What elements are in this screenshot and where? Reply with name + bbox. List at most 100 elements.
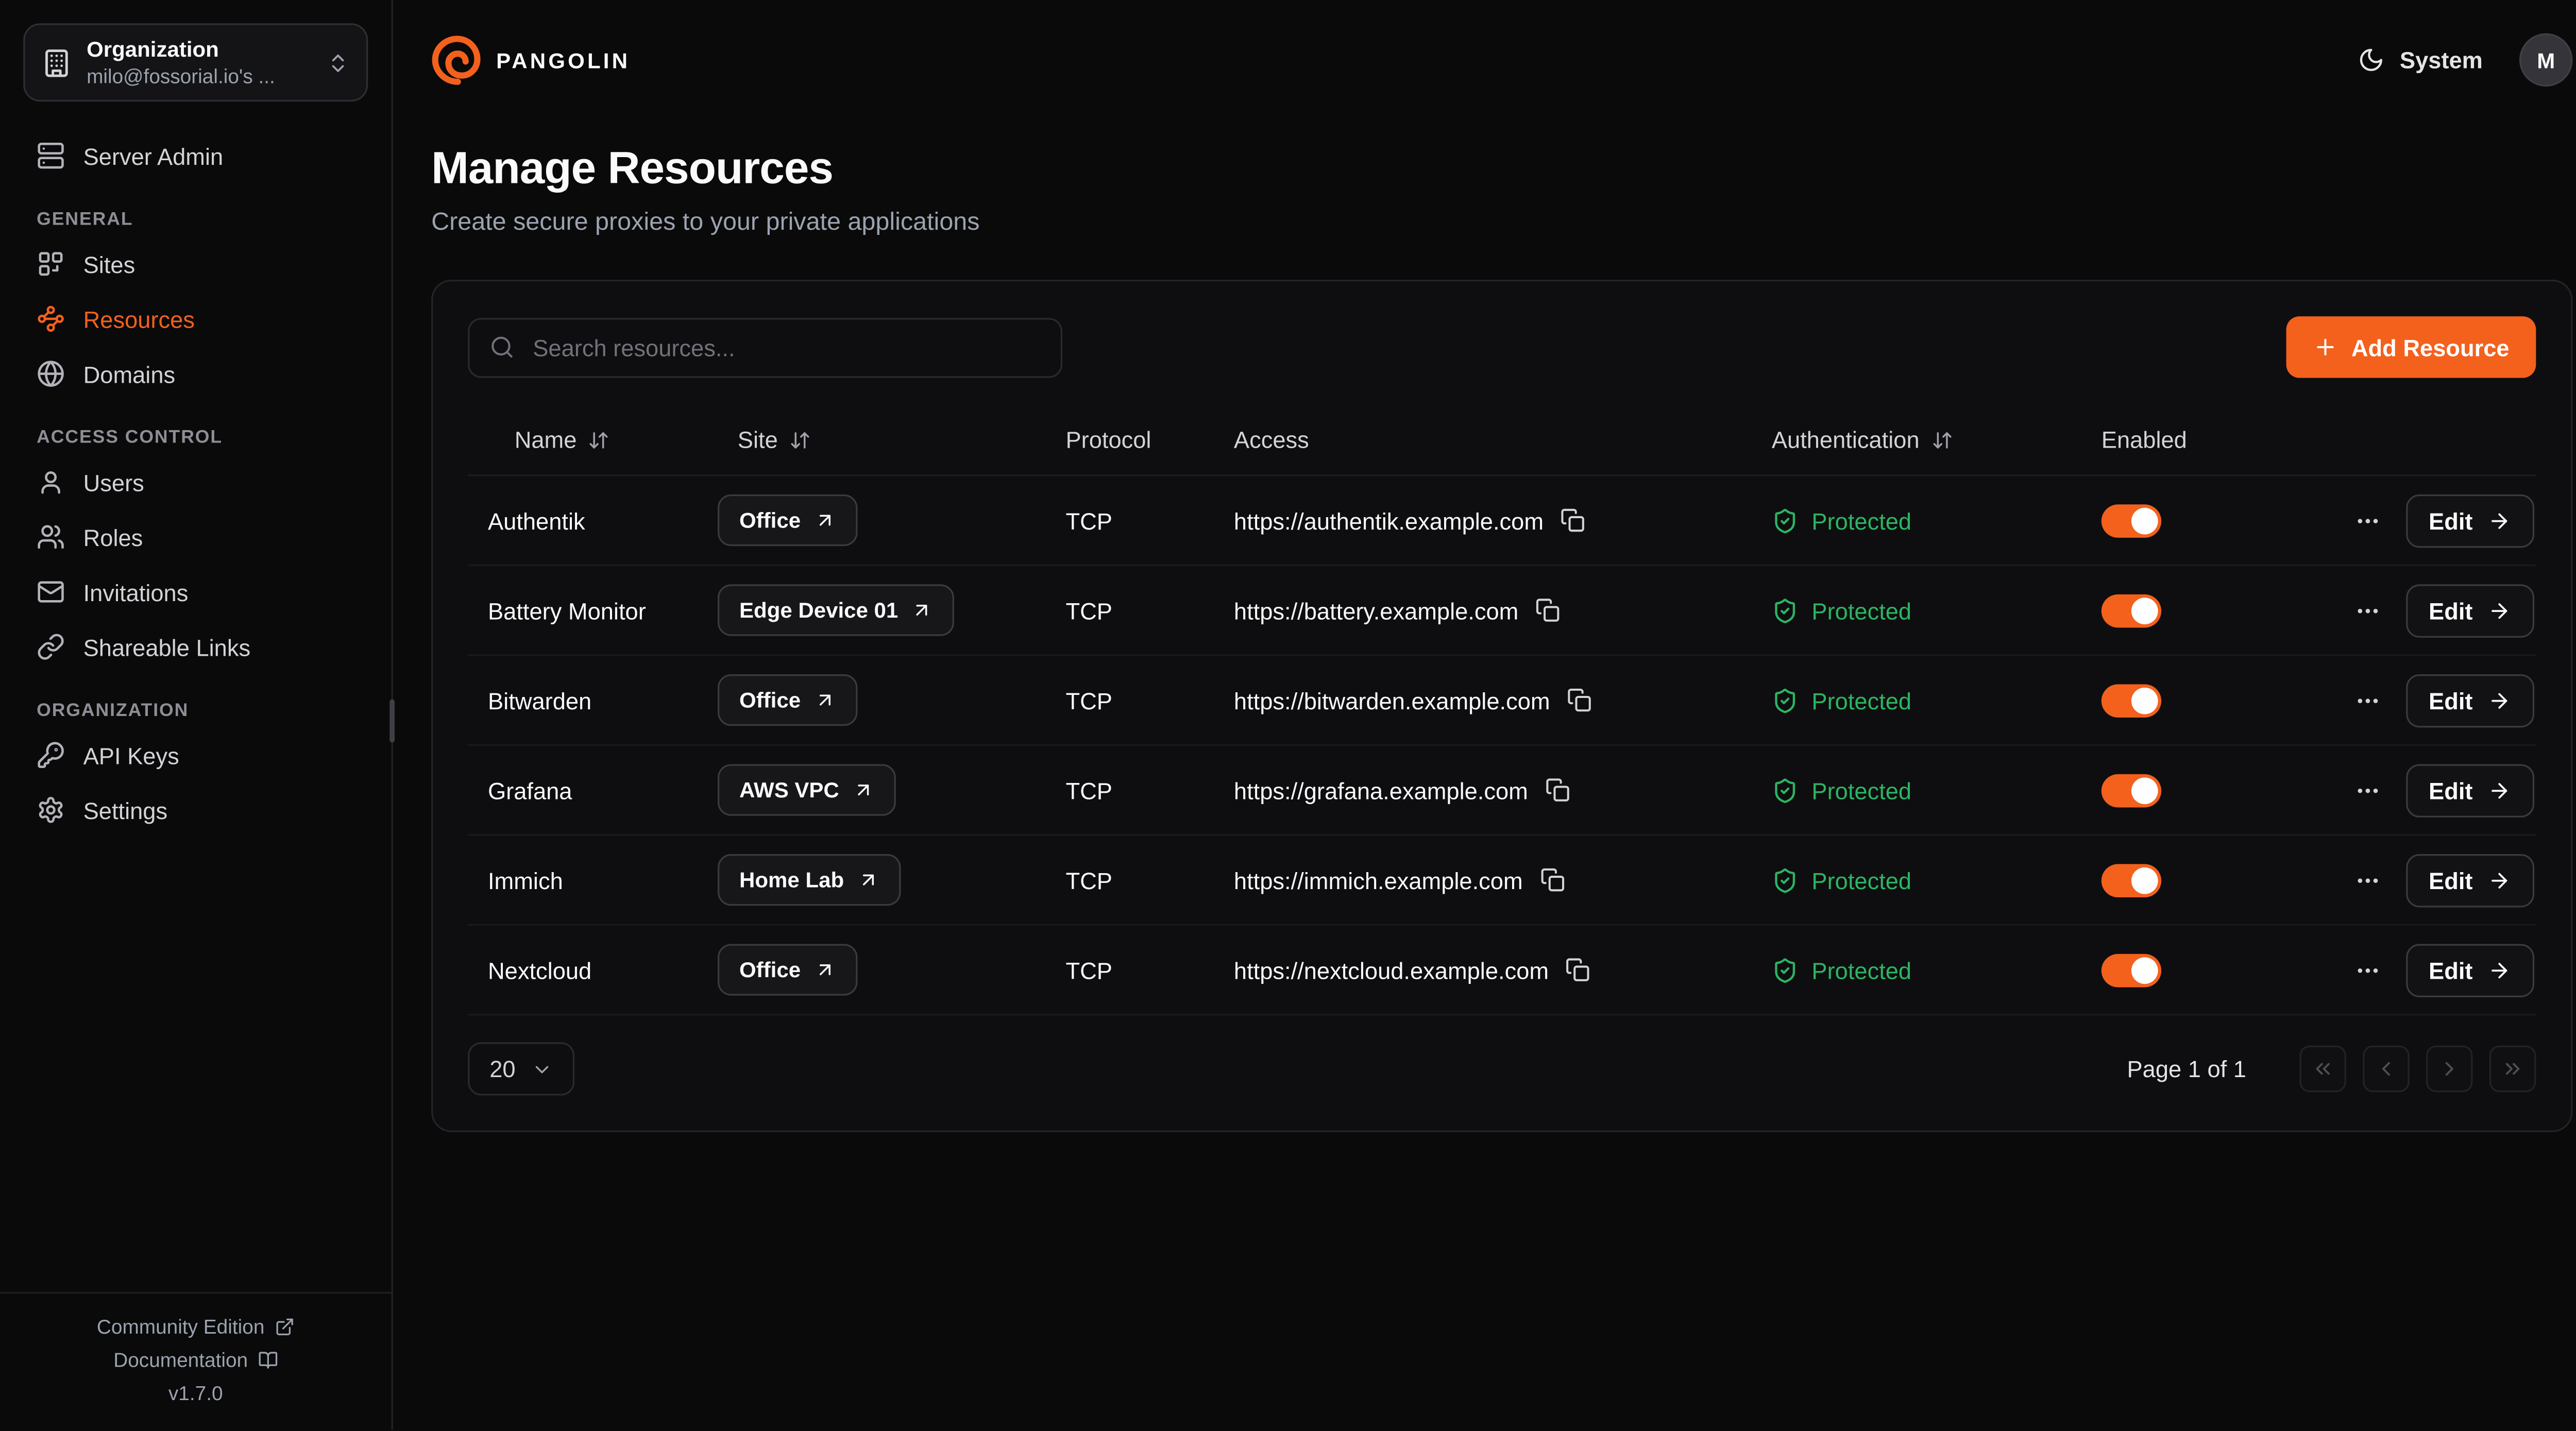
avatar-initial: M [2537, 47, 2555, 72]
globe-icon [37, 360, 65, 388]
resource-url: https://immich.example.com [1234, 866, 1523, 893]
add-resource-button[interactable]: Add Resource [2286, 316, 2536, 378]
copy-url-button[interactable] [1565, 957, 1590, 982]
sort-site-button[interactable] [789, 429, 811, 450]
sidebar-scrollbar[interactable] [389, 699, 395, 742]
sidebar-item-resources[interactable]: Resources [23, 292, 368, 347]
sidebar-item-api-keys[interactable]: API Keys [23, 727, 368, 782]
previous-page-button[interactable] [2363, 1046, 2409, 1092]
resource-name: Authentik [468, 507, 718, 534]
edit-button[interactable]: Edit [2405, 673, 2534, 726]
row-menu-button[interactable] [2350, 590, 2384, 631]
documentation-link[interactable]: Documentation [0, 1343, 392, 1377]
table-row: Immich Home Lab TCP https://immich.examp… [468, 836, 2536, 926]
toggle-knob [2131, 687, 2158, 713]
copy-icon [1565, 957, 1590, 982]
search-input[interactable] [530, 332, 1041, 362]
row-menu-button[interactable] [2350, 950, 2384, 990]
plus-icon [2313, 335, 2338, 360]
copy-url-button[interactable] [1535, 598, 1560, 622]
enabled-toggle[interactable] [2102, 504, 2161, 537]
resource-url: https://authentik.example.com [1234, 507, 1544, 534]
theme-toggle[interactable]: System [2358, 46, 2483, 73]
chevron-left-icon [2375, 1057, 2398, 1080]
resource-protocol: TCP [1065, 507, 1233, 534]
resource-name: Immich [468, 866, 718, 893]
sidebar-item-label: Settings [83, 797, 168, 824]
enabled-toggle[interactable] [2102, 953, 2161, 986]
building-icon [42, 47, 72, 77]
toggle-knob [2131, 957, 2158, 983]
copy-url-button[interactable] [1539, 867, 1564, 892]
site-link-button[interactable]: Office [718, 944, 857, 996]
site-link-button[interactable]: AWS VPC [718, 764, 896, 815]
site-link-button[interactable]: Edge Device 01 [718, 584, 955, 636]
sidebar-item-shareable-links[interactable]: Shareable Links [23, 619, 368, 674]
brand[interactable]: PANGOLIN [431, 35, 630, 85]
link-icon [37, 633, 65, 661]
sidebar-item-settings[interactable]: Settings [23, 782, 368, 838]
sidebar-item-invitations[interactable]: Invitations [23, 565, 368, 620]
card-toolbar: Add Resource [468, 316, 2536, 378]
roles-icon [37, 523, 65, 551]
enabled-toggle[interactable] [2102, 684, 2161, 717]
edit-button[interactable]: Edit [2405, 943, 2534, 996]
search-box [468, 317, 1062, 377]
resource-url: https://bitwarden.example.com [1234, 687, 1550, 713]
arrow-up-right-icon [911, 600, 933, 621]
sort-authentication-button[interactable] [1931, 429, 1953, 450]
enabled-toggle[interactable] [2102, 593, 2161, 627]
row-menu-button[interactable] [2350, 680, 2384, 720]
auth-status-badge: Protected [1811, 957, 1911, 983]
sort-name-button[interactable] [588, 429, 610, 450]
row-menu-button[interactable] [2350, 860, 2384, 900]
sites-icon [37, 250, 65, 278]
avatar[interactable]: M [2519, 33, 2572, 87]
auth-status-badge: Protected [1811, 866, 1911, 893]
toggle-knob [2131, 507, 2158, 534]
first-page-button[interactable] [2299, 1046, 2346, 1092]
ellipsis-icon [2354, 866, 2381, 893]
copy-url-button[interactable] [1545, 777, 1569, 802]
org-switcher[interactable]: Organization milo@fossorial.io's ... [23, 23, 368, 101]
resources-card: Add Resource Name Site Protocol Access [431, 280, 2572, 1132]
ellipsis-icon [2354, 957, 2381, 983]
table-header-row: Name Site Protocol Access Authentication… [468, 404, 2536, 476]
arrow-right-icon [2488, 688, 2511, 711]
page-size-select[interactable]: 20 [468, 1042, 573, 1095]
site-link-button[interactable]: Office [718, 495, 857, 546]
sidebar-footer: Community Edition Documentation v1.7.0 [0, 1292, 392, 1430]
sidebar-item-roles[interactable]: Roles [23, 509, 368, 565]
copy-icon [1545, 777, 1569, 802]
mail-icon [37, 578, 65, 606]
copy-url-button[interactable] [1560, 508, 1585, 533]
copy-url-button[interactable] [1567, 688, 1591, 712]
edit-button[interactable]: Edit [2405, 584, 2534, 637]
row-menu-button[interactable] [2350, 770, 2384, 810]
arrow-up-right-icon [814, 509, 836, 531]
edit-button[interactable]: Edit [2405, 493, 2534, 547]
enabled-toggle[interactable] [2102, 863, 2161, 897]
last-page-button[interactable] [2489, 1046, 2536, 1092]
resource-protocol: TCP [1065, 597, 1233, 624]
community-edition-link[interactable]: Community Edition [0, 1310, 392, 1344]
page-subtitle: Create secure proxies to your private ap… [431, 208, 2572, 236]
user-icon [37, 468, 65, 496]
enabled-toggle[interactable] [2102, 773, 2161, 807]
edit-button[interactable]: Edit [2405, 763, 2534, 816]
ellipsis-icon [2354, 687, 2381, 713]
site-link-button[interactable]: Office [718, 674, 857, 726]
toggle-knob [2131, 777, 2158, 804]
topbar-right: System M [2358, 33, 2572, 87]
sidebar-item-domains[interactable]: Domains [23, 346, 368, 401]
column-header-authentication: Authentication [1772, 426, 2102, 453]
documentation-label: Documentation [113, 1349, 248, 1372]
sidebar-item-users[interactable]: Users [23, 454, 368, 509]
sidebar-item-sites[interactable]: Sites [23, 236, 368, 292]
next-page-button[interactable] [2426, 1046, 2472, 1092]
search-icon [489, 335, 514, 360]
sidebar-item-server-admin[interactable]: Server Admin [23, 128, 368, 183]
site-link-button[interactable]: Home Lab [718, 854, 901, 906]
row-menu-button[interactable] [2350, 500, 2384, 540]
edit-button[interactable]: Edit [2405, 853, 2534, 906]
